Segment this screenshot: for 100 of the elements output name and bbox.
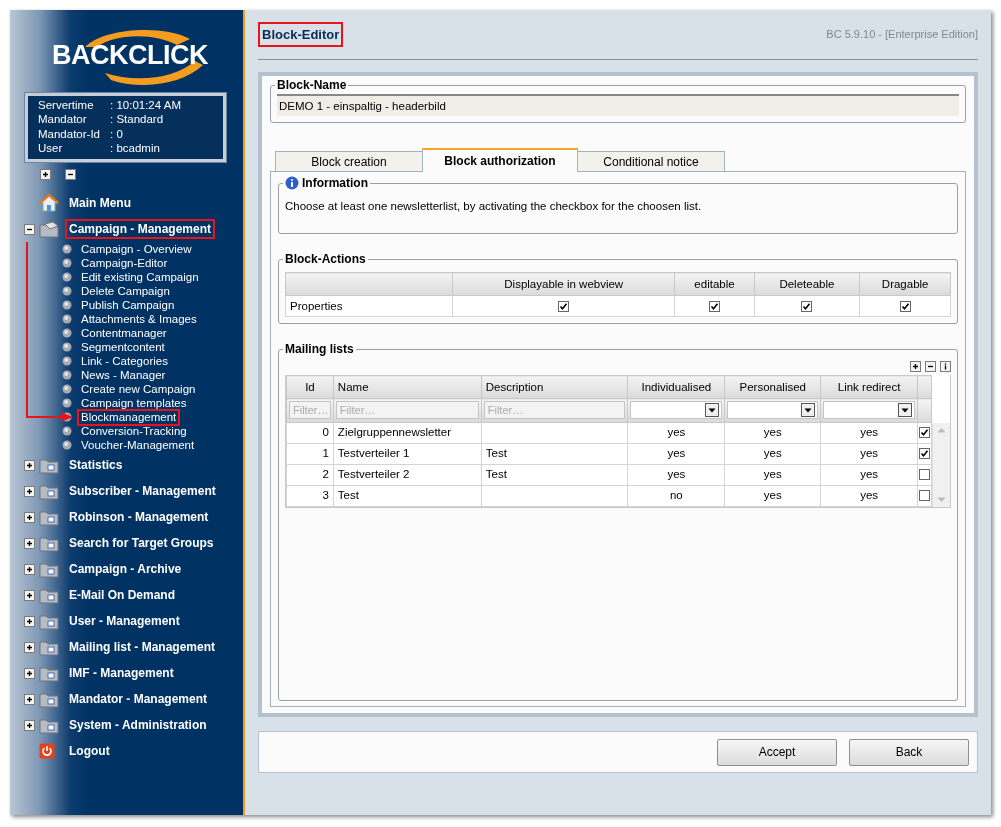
- house-icon: [39, 194, 59, 212]
- expand-icon[interactable]: [24, 537, 35, 549]
- remove-icon[interactable]: [925, 361, 936, 373]
- expand-all-button[interactable]: [40, 168, 51, 180]
- menu-item[interactable]: Subscriber - Management: [65, 481, 220, 501]
- checkbox[interactable]: [709, 301, 720, 313]
- checkbox[interactable]: [919, 427, 930, 439]
- info-icon: [285, 176, 299, 190]
- bullet-icon: [62, 328, 72, 338]
- filter-dropdown[interactable]: [727, 401, 819, 420]
- folder-icon: [39, 456, 59, 474]
- info-label: Mandator: [38, 113, 88, 128]
- menu-item[interactable]: Statistics: [65, 455, 127, 475]
- folder-icon: [39, 586, 59, 604]
- expand-icon[interactable]: [24, 563, 35, 575]
- add-icon[interactable]: [910, 361, 921, 373]
- collapse-all-button[interactable]: [65, 168, 76, 180]
- menu-item[interactable]: Mandator - Management: [65, 689, 211, 709]
- filter-dropdown[interactable]: [823, 401, 915, 420]
- menu-item[interactable]: Robinson - Management: [65, 507, 213, 527]
- bullet-icon: [62, 440, 72, 450]
- bullet-icon: [62, 370, 72, 380]
- folder-icon: [39, 534, 59, 552]
- checkbox[interactable]: [801, 301, 813, 313]
- checkbox[interactable]: [919, 469, 930, 481]
- section-title: Block-Name: [277, 78, 347, 92]
- filter-field[interactable]: Filter…: [335, 401, 479, 420]
- column-header[interactable]: Id: [286, 375, 334, 399]
- filter-field[interactable]: Filter…: [483, 401, 626, 420]
- bullet-icon: [62, 356, 72, 366]
- column-header[interactable]: Link redirect: [820, 375, 918, 399]
- bullet-icon: [62, 314, 72, 324]
- menu-item[interactable]: IMF - Management: [65, 663, 178, 683]
- logo: BACKCLICK: [40, 25, 220, 85]
- folder-icon: [39, 690, 59, 708]
- expand-icon[interactable]: [24, 485, 35, 497]
- info-value: : 10:01:24 AM: [110, 99, 182, 113]
- section-title: Block-Actions: [285, 252, 366, 267]
- menu-item[interactable]: Search for Target Groups: [65, 533, 218, 553]
- row-label: Properties: [285, 295, 453, 317]
- folder-icon: [39, 664, 59, 682]
- folder-icon: [39, 716, 59, 734]
- bullet-icon: [62, 258, 72, 268]
- table-cell: 0: [286, 422, 334, 443]
- checkbox[interactable]: [899, 301, 911, 313]
- section-title: Mailing lists: [285, 342, 354, 357]
- bullet-icon: [62, 426, 72, 436]
- bullet-icon: [62, 384, 72, 394]
- expand-icon[interactable]: [24, 719, 35, 731]
- bullet-icon: [62, 398, 72, 408]
- filter-dropdown[interactable]: [630, 401, 723, 420]
- folder-icon: [39, 638, 59, 656]
- menu-item[interactable]: System - Administration: [65, 715, 211, 735]
- caret-icon: [705, 403, 720, 418]
- tab[interactable]: Block creation: [275, 151, 423, 171]
- menu-item[interactable]: Campaign - Archive: [65, 559, 186, 579]
- info-label: User: [38, 141, 64, 156]
- collapse-icon[interactable]: [24, 223, 35, 235]
- column-header[interactable]: Individualised: [627, 375, 725, 399]
- menu-item[interactable]: Campaign - Management: [65, 219, 216, 239]
- section-title: Information: [302, 176, 368, 190]
- expand-icon[interactable]: [24, 589, 35, 601]
- column-header[interactable]: Description: [481, 375, 628, 399]
- bullet-icon: [62, 342, 72, 352]
- expand-icon[interactable]: [24, 511, 35, 523]
- expand-icon[interactable]: [24, 641, 35, 653]
- column-header: Dragable: [859, 272, 951, 296]
- bullet-icon: [62, 300, 72, 310]
- checkbox[interactable]: [558, 301, 570, 313]
- menu-item[interactable]: Main Menu: [65, 193, 135, 213]
- info-value: : bcadmin: [110, 141, 161, 156]
- column-header: Displayable in webview: [452, 272, 675, 296]
- info-label: Servertime: [38, 99, 95, 113]
- expand-icon[interactable]: [24, 667, 35, 679]
- column-header[interactable]: Name: [333, 375, 482, 399]
- table-cell: 1: [286, 443, 334, 464]
- tab[interactable]: Block authorization: [422, 148, 578, 172]
- caret-icon: [898, 403, 912, 418]
- column-header[interactable]: Personalised: [724, 375, 821, 399]
- action-button[interactable]: Back: [849, 738, 969, 766]
- expand-icon[interactable]: [24, 693, 35, 705]
- menu-item[interactable]: User - Management: [65, 611, 184, 631]
- submenu-item[interactable]: Blockmanagement: [77, 408, 181, 426]
- table-cell: 3: [286, 485, 334, 506]
- logout-icon: [39, 743, 55, 759]
- expand-icon[interactable]: [24, 459, 35, 471]
- folder-icon: [39, 508, 59, 526]
- filter-field[interactable]: Filter…: [289, 401, 331, 420]
- bullet-icon: [62, 272, 72, 282]
- expand-icon[interactable]: [24, 615, 35, 627]
- block-name-field[interactable]: DEMO 1 - einspaltig - headerbild: [277, 94, 959, 116]
- menu-item[interactable]: Logout: [65, 741, 114, 761]
- caret-icon: [801, 403, 816, 418]
- checkbox[interactable]: [919, 448, 930, 460]
- info-icon[interactable]: [940, 361, 951, 373]
- tab[interactable]: Conditional notice: [577, 151, 725, 171]
- menu-item[interactable]: E-Mail On Demand: [65, 585, 179, 605]
- checkbox[interactable]: [919, 490, 930, 502]
- action-button[interactable]: Accept: [717, 738, 837, 766]
- menu-item[interactable]: Mailing list - Management: [65, 637, 219, 657]
